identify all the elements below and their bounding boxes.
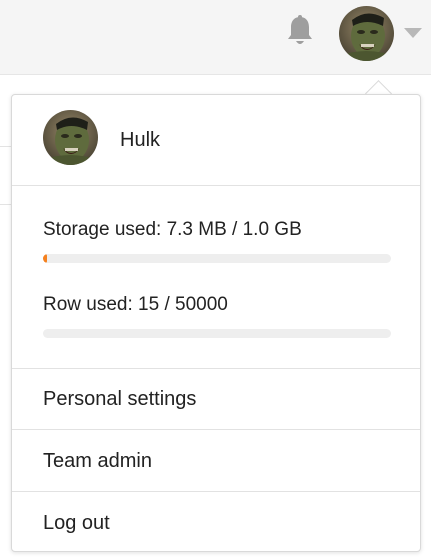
storage-used-label: Storage used: 7.3 MB / 1.0 GB	[43, 219, 302, 240]
user-name: Hulk	[120, 129, 161, 151]
rows-used-label: Row used: 15 / 50000	[43, 294, 228, 315]
chevron-down-icon[interactable]	[404, 28, 422, 38]
hulk-avatar	[339, 6, 394, 61]
menu-item-team-admin[interactable]: Team admin	[12, 431, 420, 492]
user-avatar	[43, 110, 98, 165]
usage-section: Storage used: 7.3 MB / 1.0 GB Row used: …	[12, 186, 420, 369]
storage-progress-bar	[43, 254, 391, 263]
menu-item-personal-settings[interactable]: Personal settings	[12, 369, 420, 430]
bell-icon[interactable]	[284, 14, 316, 50]
menu-item-label: Team admin	[43, 450, 152, 472]
rows-progress-fill	[43, 329, 47, 338]
rows-progress-bar	[43, 329, 391, 338]
user-avatar-button[interactable]	[339, 6, 394, 61]
user-info-row: Hulk	[12, 95, 420, 186]
menu-item-log-out[interactable]: Log out	[12, 493, 420, 554]
menu-item-label: Personal settings	[43, 388, 197, 410]
user-dropdown-menu: Hulk Storage used: 7.3 MB / 1.0 GB Row u…	[11, 94, 421, 552]
top-navbar	[0, 0, 431, 75]
menu-item-label: Log out	[43, 512, 110, 534]
storage-progress-fill	[43, 254, 47, 263]
hulk-avatar	[43, 110, 98, 165]
